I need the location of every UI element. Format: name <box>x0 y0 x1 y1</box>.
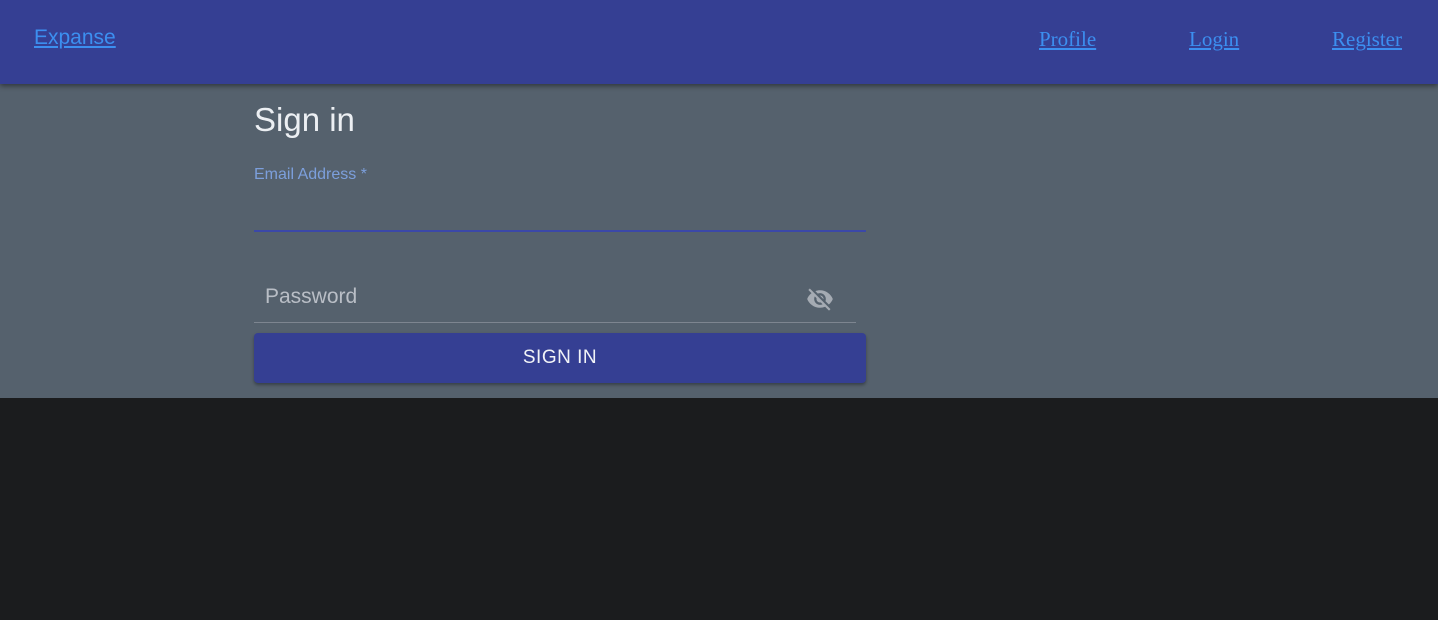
visibility-off-icon[interactable] <box>800 281 840 317</box>
signin-panel: Sign in Email Address * SIGN IN <box>0 84 1438 398</box>
nav-link-register[interactable]: Register <box>1332 27 1402 52</box>
password-field-wrapper <box>254 272 856 323</box>
nav-link-login[interactable]: Login <box>1189 27 1239 52</box>
sign-in-button[interactable]: SIGN IN <box>254 333 866 383</box>
app-bar: Expanse Profile Login Register <box>0 0 1438 84</box>
email-label: Email Address * <box>254 166 367 183</box>
email-field[interactable] <box>254 190 866 232</box>
password-field[interactable] <box>265 282 785 312</box>
page-title: Sign in <box>254 101 355 138</box>
nav-link-profile[interactable]: Profile <box>1039 27 1096 52</box>
brand-link[interactable]: Expanse <box>34 26 116 50</box>
